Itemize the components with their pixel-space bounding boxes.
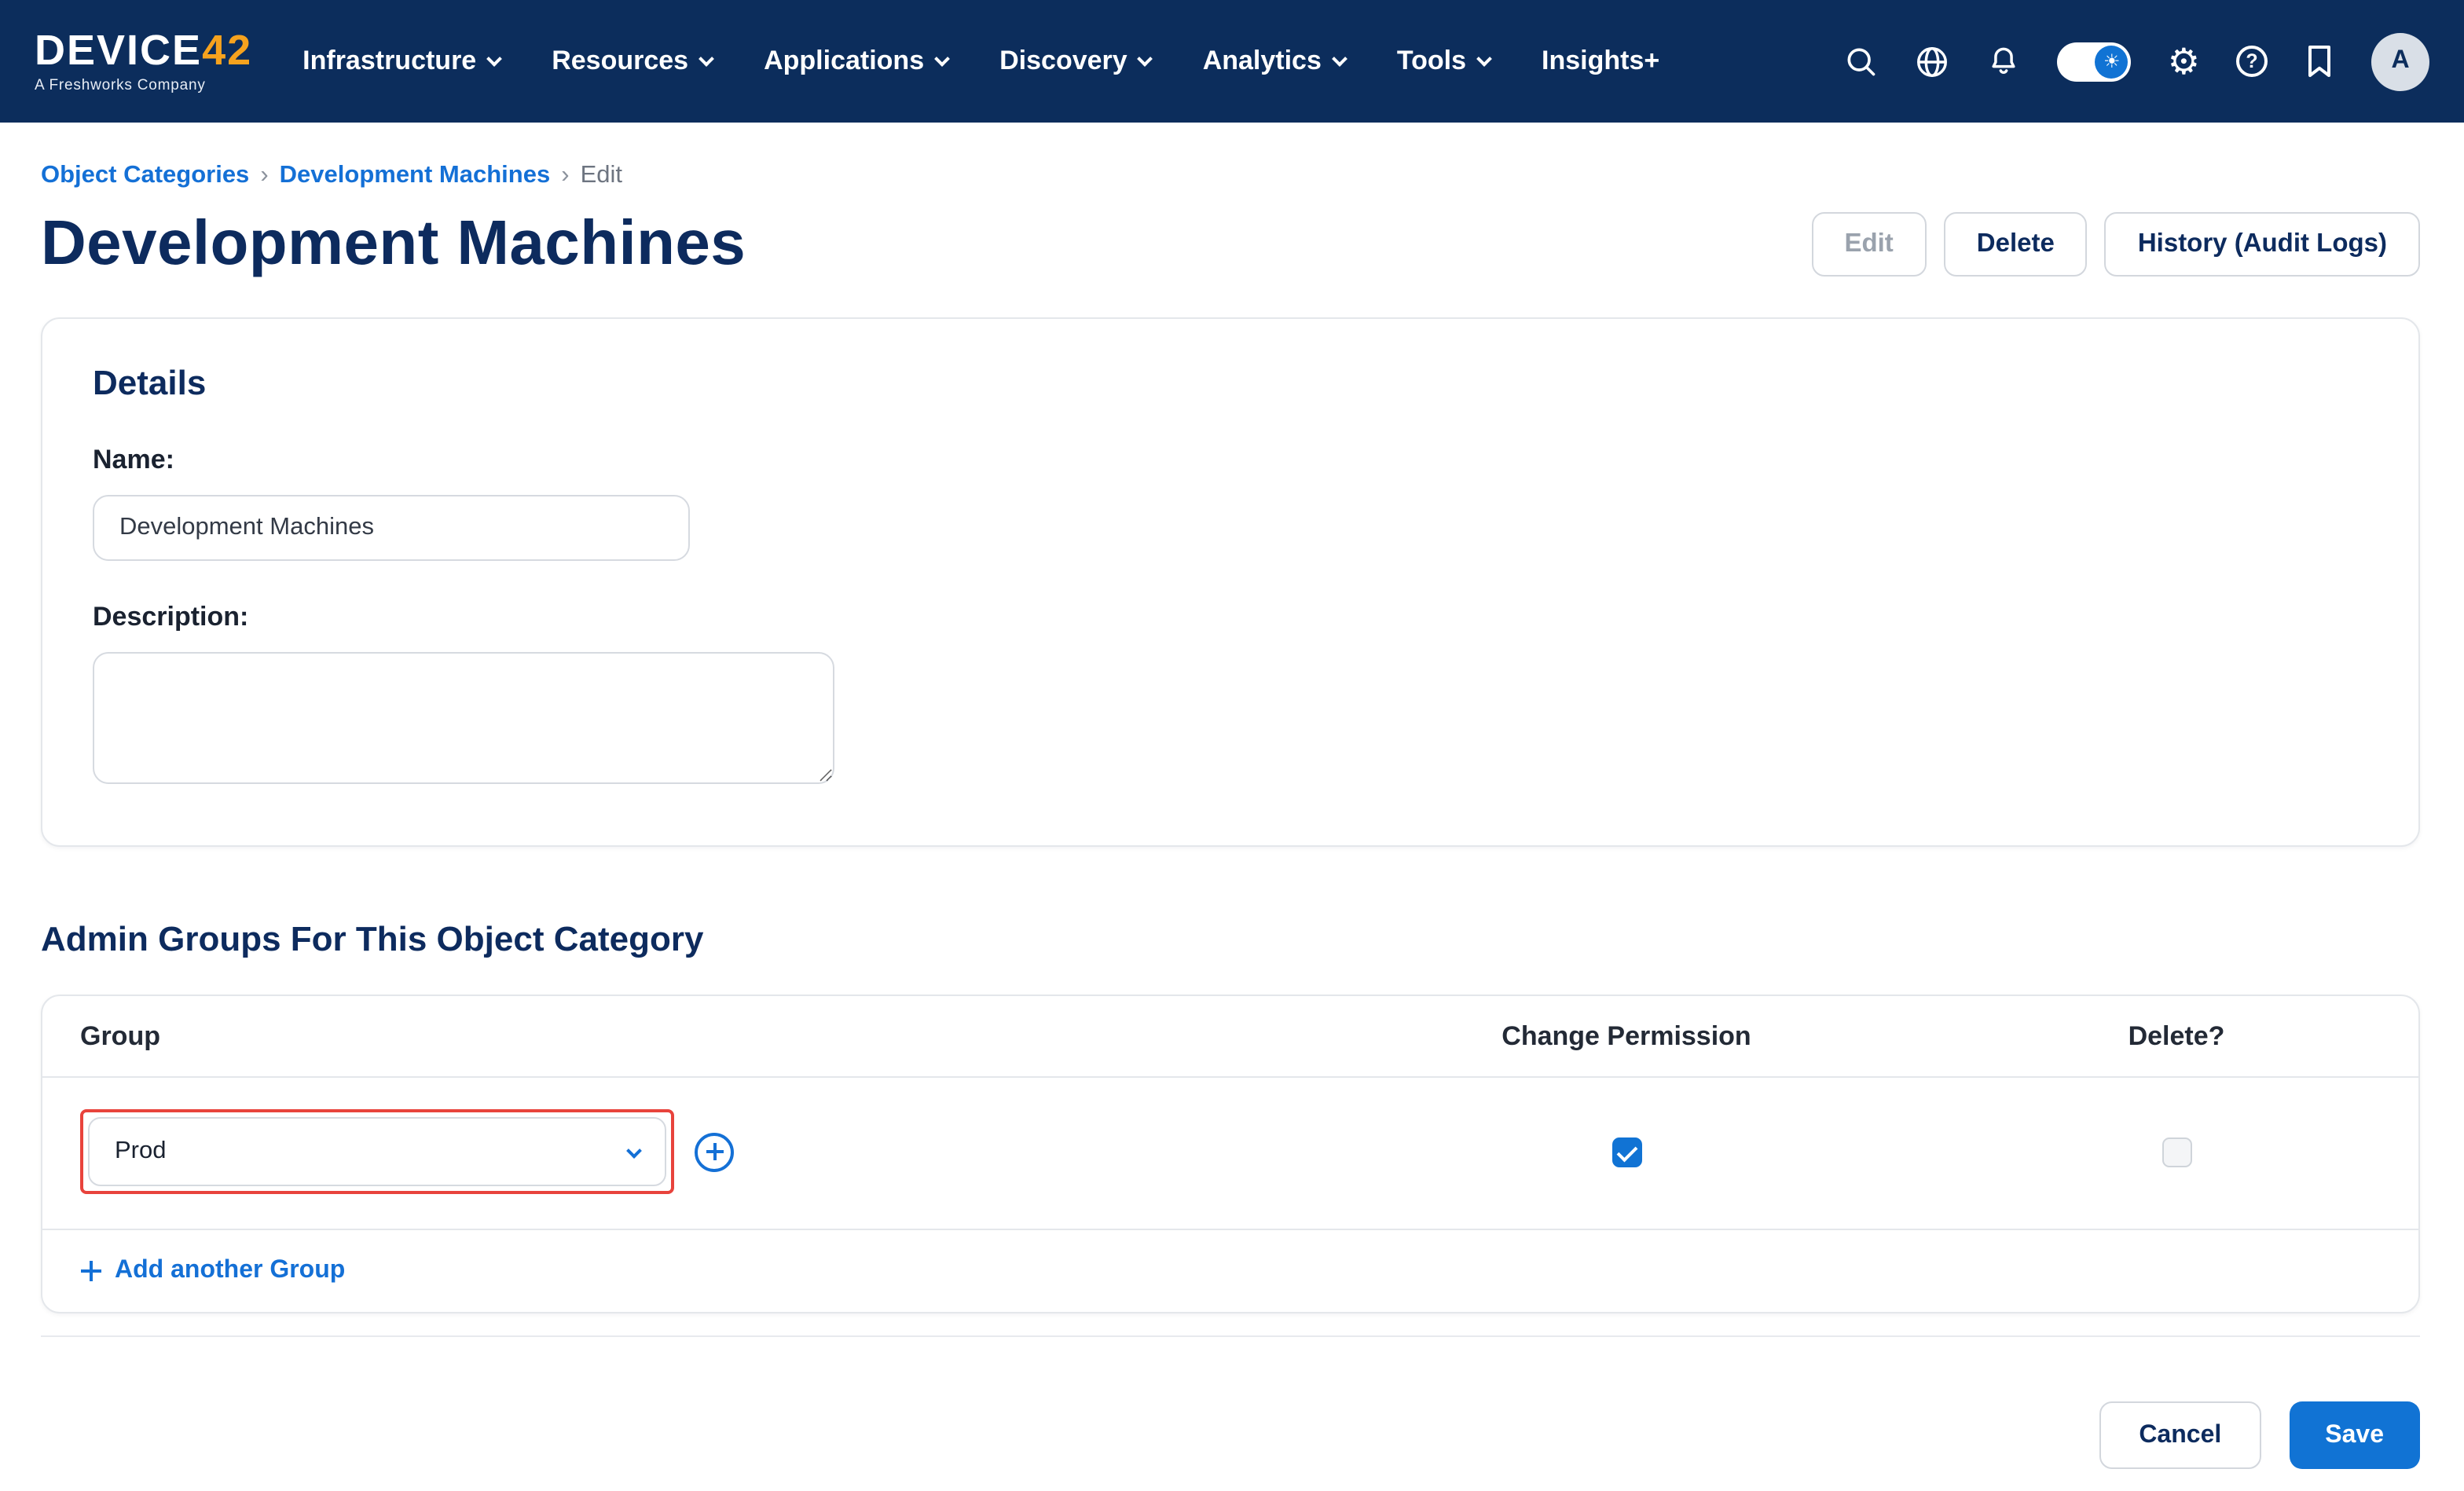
admin-groups-table: Group Change Permission Delete? Prod Add…: [41, 995, 2420, 1313]
nav-menu-applications[interactable]: Applications: [764, 46, 951, 77]
avatar[interactable]: A: [2371, 32, 2429, 90]
group-select-highlight: Prod: [80, 1109, 674, 1194]
chevron-down-icon: [698, 50, 714, 66]
group-cell: Prod: [80, 1109, 1281, 1194]
bookmark-icon[interactable]: [2304, 44, 2335, 79]
nav-menu-insights[interactable]: Insights+: [1542, 46, 1659, 77]
top-navbar: DEVICE42 A Freshworks Company Infrastruc…: [0, 0, 2464, 123]
chevron-down-icon: [626, 1142, 642, 1158]
delete-button[interactable]: Delete: [1943, 212, 2088, 277]
breadcrumb-development-machines[interactable]: Development Machines: [280, 162, 551, 190]
chevron-down-icon: [486, 50, 503, 66]
name-label: Name:: [93, 445, 174, 474]
gear-icon[interactable]: ⚙: [2168, 42, 2200, 79]
page-header: Development Machines Edit Delete History…: [41, 209, 2420, 280]
breadcrumb: Object Categories › Development Machines…: [41, 162, 2420, 190]
chevron-down-icon: [934, 50, 951, 66]
nav-menus: Infrastructure Resources Applications Di…: [302, 46, 1659, 77]
column-header-delete: Delete?: [2128, 1020, 2225, 1050]
details-heading: Details: [93, 363, 207, 402]
divider: [41, 1335, 2420, 1337]
nav-menu-resources[interactable]: Resources: [552, 46, 714, 77]
edit-button[interactable]: Edit: [1811, 212, 1927, 277]
nav-menu-tools[interactable]: Tools: [1397, 46, 1492, 77]
main-content: Object Categories › Development Machines…: [0, 123, 2464, 1469]
table-row: Prod: [42, 1078, 2418, 1230]
device42-logo[interactable]: DEVICE42 A Freshworks Company: [35, 26, 253, 93]
breadcrumb-current: Edit: [580, 162, 622, 189]
sun-icon: [2095, 45, 2128, 78]
page-title: Development Machines: [41, 209, 746, 278]
help-icon[interactable]: ?: [2236, 46, 2268, 77]
description-label: Description:: [93, 602, 249, 632]
page: DEVICE42 A Freshworks Company Infrastruc…: [0, 0, 2464, 1491]
details-card: Details Name: Description:: [41, 317, 2420, 847]
chevron-down-icon: [1137, 50, 1153, 66]
logo-tagline: A Freshworks Company: [35, 76, 206, 93]
column-header-group: Group: [80, 1020, 160, 1050]
admin-groups-heading: Admin Groups For This Object Category: [41, 919, 704, 958]
search-icon[interactable]: [1844, 44, 1879, 79]
column-header-change-permission: Change Permission: [1502, 1020, 1751, 1050]
theme-toggle[interactable]: [2057, 42, 2132, 81]
group-select-value: Prod: [115, 1137, 167, 1164]
bell-icon[interactable]: [1987, 44, 2022, 79]
cancel-button[interactable]: Cancel: [2099, 1401, 2261, 1469]
nav-menu-discovery[interactable]: Discovery: [999, 46, 1153, 77]
logo-text: DEVICE42: [35, 26, 253, 73]
breadcrumb-separator: ›: [260, 162, 269, 189]
footer-actions: Cancel Save: [41, 1401, 2420, 1469]
globe-icon[interactable]: [1915, 43, 1951, 79]
breadcrumb-object-categories[interactable]: Object Categories: [41, 162, 249, 190]
chevron-down-icon: [1476, 50, 1492, 66]
save-button[interactable]: Save: [2289, 1401, 2420, 1469]
header-actions: Edit Delete History (Audit Logs): [1811, 212, 2420, 277]
change-permission-checkbox[interactable]: [1612, 1137, 1641, 1167]
add-another-group-link[interactable]: Add another Group: [80, 1257, 345, 1285]
plus-icon: [80, 1261, 101, 1281]
nav-right-icons: ⚙ ? A: [1844, 32, 2429, 90]
chevron-down-icon: [1331, 50, 1348, 66]
group-select[interactable]: Prod: [88, 1117, 666, 1186]
description-textarea[interactable]: [93, 652, 834, 784]
delete-checkbox[interactable]: [2162, 1137, 2191, 1167]
add-row: Add another Group: [42, 1230, 2418, 1312]
add-group-plus-icon[interactable]: [695, 1132, 734, 1171]
table-header-row: Group Change Permission Delete?: [42, 996, 2418, 1078]
name-input[interactable]: [93, 495, 690, 561]
history-audit-logs-button[interactable]: History (Audit Logs): [2104, 212, 2420, 277]
nav-menu-analytics[interactable]: Analytics: [1203, 46, 1348, 77]
nav-menu-infrastructure[interactable]: Infrastructure: [302, 46, 503, 77]
breadcrumb-separator: ›: [561, 162, 570, 189]
